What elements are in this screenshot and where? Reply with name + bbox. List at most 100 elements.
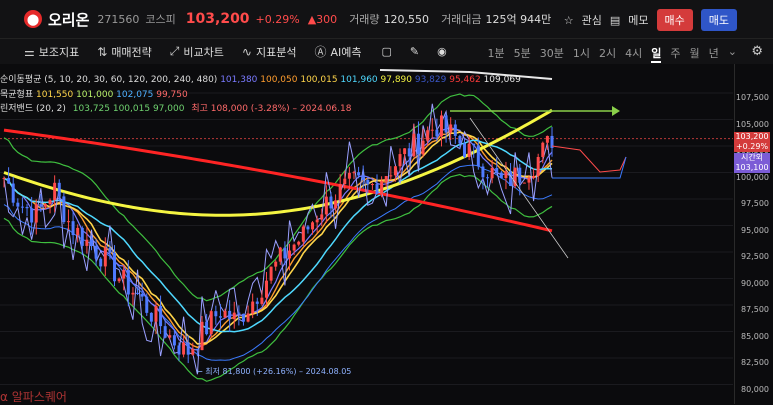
candle-body <box>264 280 268 298</box>
star-icon[interactable]: ☆ <box>564 14 574 27</box>
turnover-value: 125억 944만 <box>485 13 552 26</box>
buy-button[interactable]: 매수 <box>656 9 693 31</box>
candle-body <box>306 226 310 230</box>
period-1h[interactable]: 1시 <box>573 45 590 63</box>
candle-body <box>545 135 549 143</box>
candle-body <box>246 313 250 322</box>
candle-body <box>347 172 351 179</box>
gear-icon[interactable]: ⚙ <box>751 44 763 59</box>
stock-code: 271560 <box>97 12 140 26</box>
pen-icon[interactable]: ✎ <box>410 45 419 58</box>
square-icon[interactable]: ▢ <box>381 45 391 58</box>
candle-body <box>145 296 149 313</box>
candle-body <box>99 258 103 267</box>
candle-body <box>278 247 282 262</box>
watermark-text: 알파스퀘어 <box>11 390 67 404</box>
candle-body <box>522 182 526 184</box>
period-day[interactable]: 일 <box>651 45 662 63</box>
ai-icon: Ⓐ <box>314 45 327 59</box>
period-month[interactable]: 월 <box>690 45 700 63</box>
candle-body <box>228 310 232 320</box>
period-2h[interactable]: 2시 <box>599 45 616 63</box>
axis-tick: 85,000 <box>741 331 769 341</box>
ma-legend: 순이동평균 (5, 10, 20, 30, 60, 120, 200, 240,… <box>0 72 521 85</box>
candle-body <box>458 135 462 144</box>
candle-body <box>292 244 296 251</box>
axis-tick: 90,000 <box>741 278 769 288</box>
chevron-down-icon[interactable]: ⌄ <box>728 45 737 63</box>
sell-button[interactable]: 매도 <box>700 9 737 31</box>
candle-body <box>131 292 135 295</box>
candle-body <box>149 312 153 322</box>
chart-toolbar: ⚌ 보조지표 ⇅ 매매전략 ⤢ 비교차트 ∿ 지표분석 Ⓐ AI예측 ▢ ✎ ◉ 1분 5… <box>0 38 773 64</box>
candle-body <box>352 172 356 174</box>
period-1m[interactable]: 1분 <box>488 45 505 63</box>
watermark: α 알파스퀘어 <box>0 388 67 405</box>
compare-label: 비교차트 <box>183 45 224 59</box>
memo-icon[interactable]: ▤ <box>610 14 620 27</box>
candle-body <box>430 129 434 131</box>
candle-body <box>311 222 315 230</box>
candle-body <box>159 305 163 327</box>
high-annotation: 최고 108,000 (-3.28%) – 2024.06.18 <box>191 104 352 114</box>
candle-body <box>223 310 227 318</box>
future-cloud-red <box>551 145 627 173</box>
memo-button[interactable]: 메모 <box>628 12 648 28</box>
ma-10 <box>3 128 553 349</box>
change-amount: ▲300 <box>307 12 338 26</box>
candle-body <box>338 184 342 201</box>
period-week[interactable]: 주 <box>670 45 680 63</box>
axis-tick: 80,000 <box>741 384 769 394</box>
candle-body <box>195 348 199 351</box>
candle-body <box>209 311 213 335</box>
candle-body <box>163 326 167 338</box>
compare-button[interactable]: ⤢ 비교차트 <box>170 44 224 60</box>
candle-body <box>449 124 453 133</box>
market-name: 코스피 <box>145 13 176 26</box>
period-4h[interactable]: 4시 <box>625 45 642 63</box>
candle-body <box>274 261 278 267</box>
candle-body <box>490 167 494 179</box>
change-percent: +0.29% <box>255 12 300 26</box>
current-price-tag-value: 103,200 <box>735 132 769 141</box>
ma-value: 100,050 <box>257 75 298 85</box>
camera-icon[interactable]: ◉ <box>437 45 447 58</box>
stock-name[interactable]: 오리온 <box>48 9 89 30</box>
period-year[interactable]: 년 <box>709 45 719 63</box>
candle-body <box>518 167 522 183</box>
target-arrow-icon <box>612 106 620 116</box>
low-annotation: ← 최저 81,800 (+26.16%) – 2024.08.05 <box>196 367 352 376</box>
candle-body <box>288 250 292 259</box>
ai-label: AI예측 <box>330 45 362 59</box>
ma-30 <box>3 139 553 333</box>
interest-button[interactable]: 관심 <box>582 12 602 28</box>
current-price: 103,200 <box>185 11 250 27</box>
candle-body <box>251 301 255 314</box>
indicator-button[interactable]: ⚌ 보조지표 <box>24 44 79 60</box>
candle-body <box>495 167 499 173</box>
analysis-button[interactable]: ∿ 지표분석 <box>242 44 297 60</box>
candle-body <box>343 178 347 185</box>
candle-body <box>7 178 11 184</box>
candle-body <box>48 200 52 205</box>
candle-body <box>361 175 365 180</box>
candle-body <box>463 143 467 157</box>
period-30m[interactable]: 30분 <box>540 45 564 63</box>
candle-body <box>94 246 98 259</box>
ma-value: 101,960 <box>337 75 378 85</box>
candle-body <box>108 247 112 253</box>
sliders-icon: ⚌ <box>24 44 35 59</box>
candle-body <box>320 214 324 220</box>
candle-body <box>62 196 66 223</box>
ai-button[interactable]: Ⓐ AI예측 <box>314 43 361 60</box>
period-5m[interactable]: 5분 <box>514 45 531 63</box>
bollinger-legend-title: 린저밴드 (20, 2) <box>0 104 66 114</box>
ma-value: 100,015 <box>297 75 338 85</box>
candle-body <box>2 178 6 180</box>
price-chart[interactable] <box>0 64 773 404</box>
strategy-button[interactable]: ⇅ 매매전략 <box>97 44 152 60</box>
candle-body <box>255 301 259 304</box>
candle-body <box>103 247 107 267</box>
candle-body <box>53 182 57 201</box>
candle-body <box>370 184 374 186</box>
